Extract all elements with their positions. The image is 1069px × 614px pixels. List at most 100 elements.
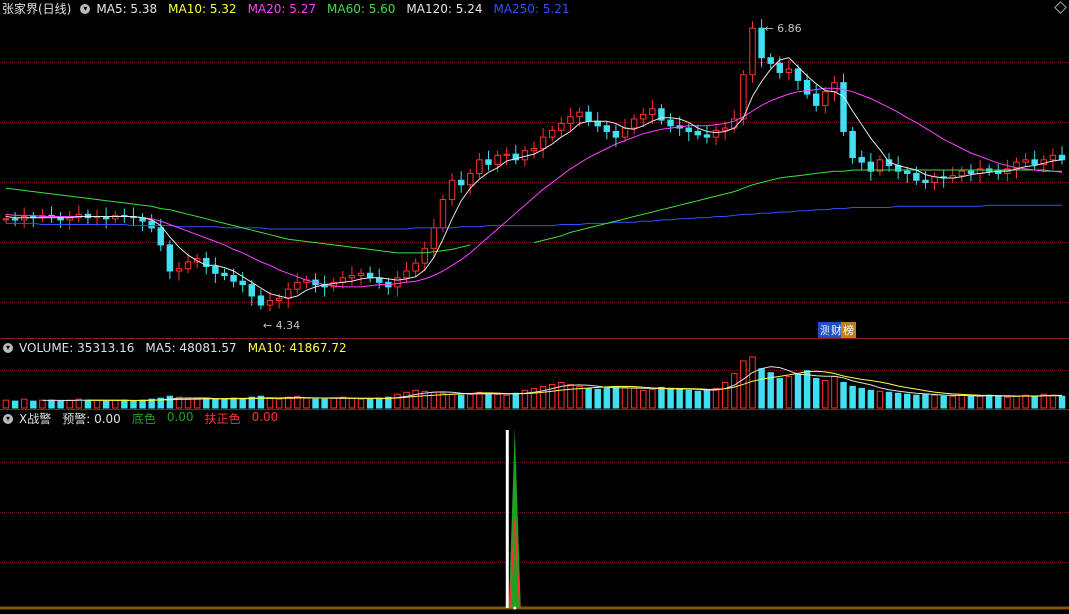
- volume-bar: [867, 389, 875, 409]
- candle-body: [749, 27, 756, 76]
- volume-bar: [876, 390, 884, 409]
- volume-bar: [922, 393, 929, 409]
- volume-bar: [212, 398, 219, 409]
- volume-bar: [831, 376, 838, 409]
- volume-bar: [102, 400, 110, 409]
- candle-body: [166, 244, 174, 272]
- volume-bar: [394, 393, 401, 409]
- volume-bar: [412, 389, 419, 409]
- volume-bar: [193, 398, 201, 409]
- volume-bar: [512, 392, 520, 409]
- volume-bar: [30, 400, 37, 409]
- candle-body: [530, 147, 538, 152]
- volume-bar: [1031, 395, 1038, 409]
- indicator-chart[interactable]: [0, 410, 1069, 614]
- candle-body: [175, 268, 183, 272]
- candle-body: [1022, 159, 1029, 163]
- price-pane[interactable]: 张家界(日线) ▾ MA5: 5.38 MA10: 5.32 MA20: 5.27 M…: [0, 0, 1069, 338]
- candle-body: [603, 125, 611, 132]
- volume-bar: [721, 382, 729, 409]
- volume-bar: [476, 391, 483, 409]
- candle-body: [539, 136, 547, 149]
- volume-bar: [940, 395, 947, 409]
- candle-body: [348, 275, 356, 279]
- candle-body: [794, 68, 802, 81]
- volume-bar: [312, 398, 319, 409]
- candle-body: [403, 270, 410, 279]
- candle-body: [448, 179, 456, 201]
- volume-bar: [840, 382, 847, 409]
- volume-bar: [849, 385, 856, 409]
- candle-body: [712, 129, 720, 138]
- ma60-line: [5, 169, 1062, 254]
- low-price-label: ← 4.34: [263, 319, 300, 332]
- volume-bar: [585, 387, 592, 409]
- volume-pane[interactable]: ▾ VOLUME: 35313.16 MA5: 48081.57 MA10: 418…: [0, 339, 1069, 409]
- candle-body: [394, 277, 401, 288]
- volume-bar: [667, 387, 674, 409]
- signal-marker: [513, 606, 517, 610]
- candle-body: [640, 113, 647, 120]
- candle-body: [630, 118, 638, 129]
- candle-body: [476, 159, 483, 174]
- candle-body: [357, 272, 365, 277]
- candle-body: [858, 157, 865, 163]
- candle-body: [57, 216, 64, 221]
- volume-bar: [885, 391, 893, 409]
- candle-body: [503, 153, 510, 156]
- volume-bar: [812, 378, 820, 409]
- candle-body: [649, 108, 656, 115]
- volume-bar: [612, 385, 620, 409]
- volume-bar: [640, 389, 647, 409]
- candle-body: [822, 91, 829, 106]
- candle-body: [904, 170, 911, 174]
- volume-bar: [230, 397, 237, 409]
- candle-body: [157, 227, 164, 246]
- volume-bar: [949, 395, 956, 409]
- candle-body: [931, 176, 938, 184]
- candle-body: [439, 199, 447, 229]
- volume-bar: [658, 386, 665, 409]
- volume-bar: [121, 399, 128, 409]
- badge-bang[interactable]: 榜: [841, 322, 856, 338]
- candlestick-chart[interactable]: ← 6.86 ← 4.34: [0, 0, 1069, 338]
- candle-body: [1058, 154, 1066, 161]
- candle-body: [257, 295, 265, 306]
- candle-body: [457, 179, 465, 186]
- volume-bar: [39, 399, 46, 409]
- volume-bar: [139, 399, 146, 409]
- candle-body: [767, 57, 774, 64]
- candle-body: [275, 297, 283, 302]
- volume-bar: [1022, 394, 1029, 409]
- candle-body: [694, 130, 702, 136]
- candle-body: [776, 62, 784, 73]
- candle-body: [2, 218, 10, 221]
- indicator-pane[interactable]: ▾ X战警 预警: 0.00 底色 0.00 扶正色 0.00: [0, 410, 1069, 614]
- volume-bar: [967, 395, 975, 409]
- volume-bar: [275, 398, 283, 409]
- candle-body: [148, 220, 155, 229]
- volume-bar: [20, 398, 28, 409]
- volume-bar: [1049, 394, 1057, 409]
- volume-bar: [603, 387, 611, 409]
- volume-bar: [758, 368, 765, 409]
- candle-body: [20, 216, 28, 221]
- volume-bar: [995, 395, 1002, 409]
- volume-bar: [376, 397, 383, 409]
- volume-bar: [712, 387, 720, 409]
- volume-bar: [303, 397, 310, 409]
- candle-body: [913, 172, 920, 181]
- volume-bar: [676, 388, 683, 409]
- candle-body: [421, 247, 428, 264]
- candle-body: [876, 159, 884, 172]
- candle-body: [567, 116, 574, 125]
- volume-chart[interactable]: [0, 339, 1069, 409]
- volume-bar: [494, 393, 501, 409]
- volume-bar: [48, 399, 55, 409]
- candle-body: [812, 93, 820, 106]
- volume-bar: [858, 387, 865, 409]
- volume-bar: [11, 400, 19, 409]
- volume-bar: [430, 391, 438, 409]
- candle-body: [112, 214, 119, 220]
- volume-bar: [221, 398, 228, 409]
